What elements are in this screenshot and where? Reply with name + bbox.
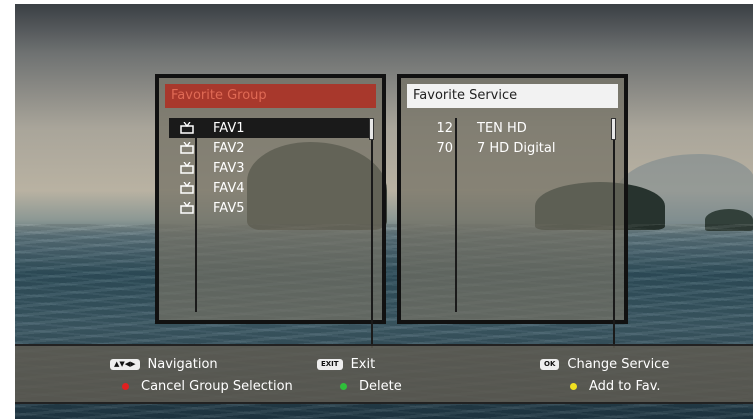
- help-navigation-label: Navigation: [147, 356, 218, 372]
- group-item-fav2[interactable]: FAV2: [169, 138, 372, 158]
- group-item-label: FAV2: [213, 140, 245, 156]
- group-item-fav3[interactable]: FAV3: [169, 158, 372, 178]
- help-cancel-group: Cancel Group Selection: [122, 377, 293, 395]
- help-exit-label: Exit: [350, 356, 376, 372]
- favorite-service-list: 12 TEN HD 70 7 HD Digital: [405, 118, 614, 158]
- help-delete-label: Delete: [359, 378, 402, 394]
- service-row[interactable]: 70 7 HD Digital: [405, 138, 614, 158]
- help-add-fav: Add to Fav.: [570, 377, 661, 395]
- group-item-label: FAV5: [213, 200, 245, 216]
- group-item-fav4[interactable]: FAV4: [169, 178, 372, 198]
- red-button-icon: [122, 382, 129, 390]
- help-navigation: ▲▼◀▶ Navigation: [110, 355, 218, 373]
- green-button-icon: [340, 382, 347, 390]
- group-scrollbar[interactable]: [369, 118, 374, 348]
- service-name: TEN HD: [477, 120, 527, 136]
- help-delete: Delete: [340, 377, 402, 395]
- group-item-label: FAV4: [213, 180, 245, 196]
- service-number: 12: [436, 120, 453, 136]
- favorite-service-panel: Favorite Service 12 TEN HD 70 7 HD Digit…: [397, 74, 628, 348]
- favorite-group-list: FAV1 FAV2 FAV3 FAV4 FAV5: [169, 118, 372, 218]
- service-name: 7 HD Digital: [477, 140, 556, 156]
- group-item-fav1[interactable]: FAV1: [169, 118, 372, 138]
- exit-key-icon: EXIT: [317, 358, 343, 370]
- favorite-group-title: Favorite Group: [165, 84, 376, 108]
- help-bar: ▲▼◀▶ Navigation EXIT Exit OK Change Serv…: [15, 344, 753, 404]
- service-number: 70: [436, 140, 453, 156]
- help-change-service-label: Change Service: [567, 356, 670, 372]
- tv-icon: [169, 202, 205, 214]
- service-row[interactable]: 12 TEN HD: [405, 118, 614, 138]
- group-item-label: FAV1: [213, 120, 245, 136]
- help-add-fav-label: Add to Fav.: [589, 378, 661, 394]
- tv-icon: [169, 162, 205, 174]
- help-cancel-group-label: Cancel Group Selection: [141, 378, 293, 394]
- tv-screen: Favorite Group FAV1 FAV2 FAV3 FAV4 FAV5 …: [15, 4, 753, 419]
- scrollbar-thumb[interactable]: [369, 118, 374, 140]
- group-item-fav5[interactable]: FAV5: [169, 198, 372, 218]
- help-change-service: OK Change Service: [540, 355, 669, 373]
- group-item-label: FAV3: [213, 160, 245, 176]
- service-scrollbar[interactable]: [611, 118, 616, 348]
- tv-icon: [169, 142, 205, 154]
- tv-icon: [169, 122, 205, 134]
- tv-icon: [169, 182, 205, 194]
- yellow-button-icon: [570, 382, 577, 390]
- arrow-keys-icon: ▲▼◀▶: [110, 358, 140, 370]
- scrollbar-track: [613, 118, 615, 348]
- scrollbar-thumb[interactable]: [611, 118, 616, 140]
- ok-key-icon: OK: [540, 358, 560, 370]
- help-exit: EXIT Exit: [317, 355, 375, 373]
- favorite-group-panel: Favorite Group FAV1 FAV2 FAV3 FAV4 FAV5: [155, 74, 386, 348]
- favorite-service-title: Favorite Service: [407, 84, 618, 108]
- scrollbar-track: [371, 118, 373, 348]
